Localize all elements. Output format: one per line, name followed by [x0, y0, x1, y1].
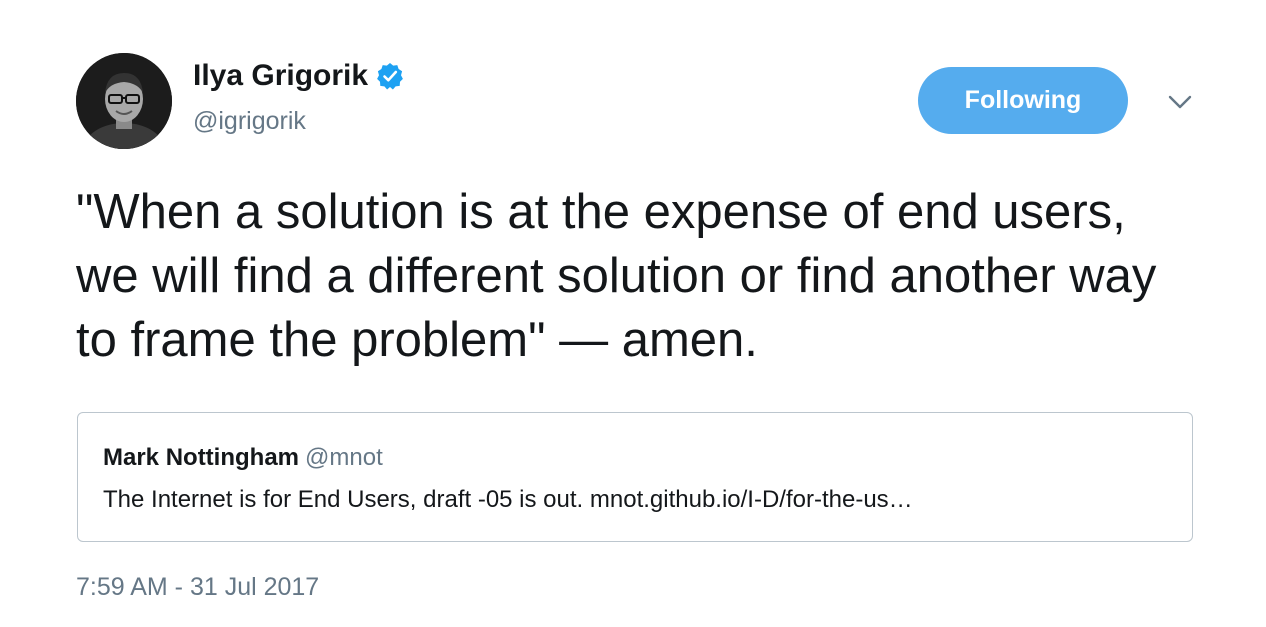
quoted-author-name: Mark Nottingham [103, 444, 300, 471]
quoted-tweet-text: The Internet is for End Users, draft -05… [103, 486, 913, 513]
chevron-down-icon[interactable] [1166, 90, 1194, 114]
quoted-author-handle: @mnot [305, 444, 383, 471]
author-handle[interactable]: @igrigorik [193, 105, 306, 137]
tweet-text: "When a solution is at the expense of en… [76, 185, 1157, 367]
following-button[interactable]: Following [918, 67, 1128, 134]
quoted-tweet-header: Mark Nottingham @mnot [103, 443, 383, 473]
author-name-row[interactable]: Ilya Grigorik [193, 58, 404, 94]
avatar[interactable] [76, 53, 172, 149]
verified-badge-icon [376, 62, 404, 90]
author-display-name[interactable]: Ilya Grigorik [193, 58, 368, 94]
tweet-timestamp[interactable]: 7:59 AM - 31 Jul 2017 [76, 571, 319, 603]
quoted-tweet-card[interactable]: Mark Nottingham @mnot The Internet is for… [77, 412, 1193, 542]
